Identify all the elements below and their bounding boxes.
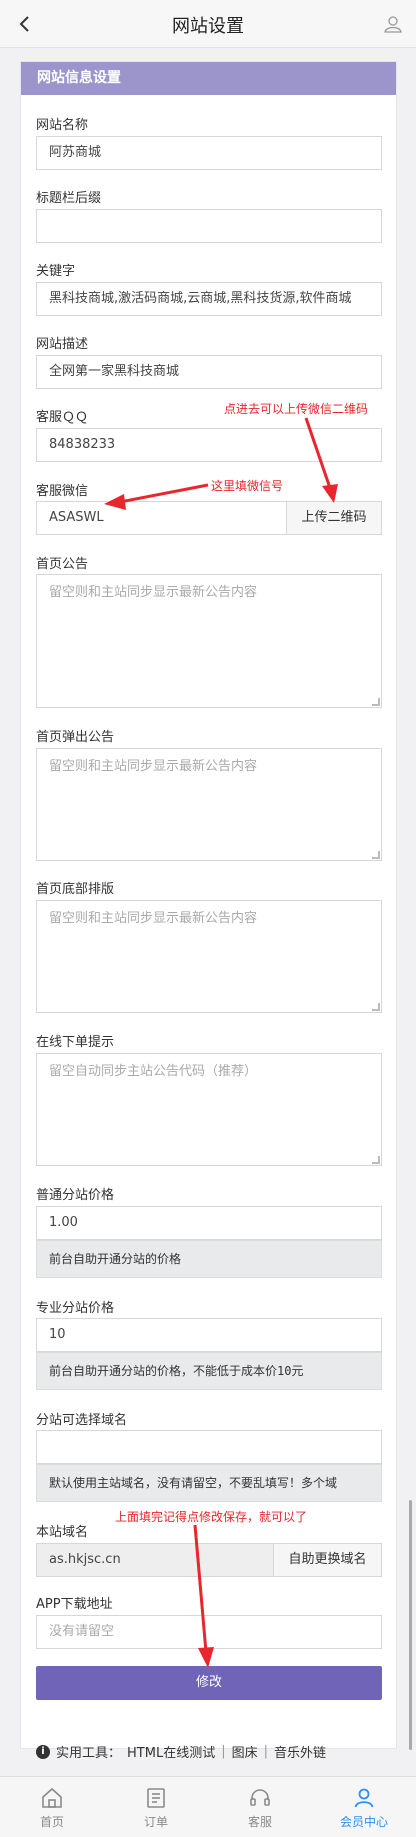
pro-price-hint: 前台自助开通分站的价格，不能低于成本价10元 bbox=[36, 1352, 382, 1390]
popup-notice-placeholder: 留空则和主站同步显示最新公告内容 bbox=[49, 759, 258, 774]
normal-price-label: 普通分站价格 bbox=[36, 1188, 115, 1203]
tab-service-label: 客服 bbox=[247, 1815, 272, 1829]
description-label: 网站描述 bbox=[36, 337, 89, 352]
home-notice-placeholder: 留空则和主站同步显示最新公告内容 bbox=[49, 585, 258, 600]
tab-service[interactable]: 客服 bbox=[208, 1777, 312, 1837]
site-name-label: 网站名称 bbox=[36, 118, 89, 133]
tool-link-music[interactable]: 音乐外链 bbox=[274, 1742, 326, 1761]
domains-hint: 默认使用主站域名，没有请留空，不要乱填写！多个域 bbox=[36, 1464, 382, 1502]
footer-placeholder: 留空则和主站同步显示最新公告内容 bbox=[49, 911, 258, 926]
order-icon bbox=[147, 1788, 165, 1808]
submit-button[interactable]: 修改 bbox=[36, 1666, 382, 1700]
annotation-save-tip: 上面填完记得点修改保存，就可以了 bbox=[115, 1510, 308, 1524]
domains-label: 分站可选择域名 bbox=[36, 1413, 128, 1428]
tab-member-center[interactable]: 会员中心 bbox=[312, 1777, 416, 1837]
tools-line: i 实用工具： HTML在线测试 | 图床 | 音乐外链 bbox=[36, 1742, 326, 1761]
keywords-input[interactable]: 黑科技商城,激活码商城,云商城,黑科技货源,软件商城 bbox=[36, 282, 382, 316]
order-tip-label: 在线下单提示 bbox=[36, 1035, 115, 1050]
tool-separator: | bbox=[263, 1744, 268, 1759]
upload-qrcode-button[interactable]: 上传二维码 bbox=[286, 501, 382, 535]
app-url-input[interactable]: 没有请留空 bbox=[36, 1615, 382, 1649]
footer-label: 首页底部排版 bbox=[36, 882, 115, 897]
footer-textarea[interactable]: 留空则和主站同步显示最新公告内容 bbox=[36, 900, 382, 1013]
domains-input[interactable] bbox=[36, 1430, 382, 1464]
site-name-input[interactable]: 阿苏商城 bbox=[36, 136, 382, 170]
tab-home[interactable]: 首页 bbox=[0, 1777, 104, 1837]
normal-price-hint: 前台自助开通分站的价格 bbox=[36, 1240, 382, 1278]
wechat-input[interactable]: ASASWL bbox=[36, 501, 287, 535]
home-notice-textarea[interactable]: 留空则和主站同步显示最新公告内容 bbox=[36, 574, 382, 708]
annotation-upload-tip: 点进去可以上传微信二维码 bbox=[224, 402, 369, 416]
popup-notice-label: 首页弹出公告 bbox=[36, 730, 115, 745]
top-bar: 网站设置 bbox=[0, 0, 416, 48]
tool-link-html-test[interactable]: HTML在线测试 bbox=[127, 1742, 215, 1761]
description-input[interactable]: 全网第一家黑科技商城 bbox=[36, 355, 382, 389]
bottom-tab-bar: 首页 订单 客服 会员中心 bbox=[0, 1776, 416, 1837]
tab-orders-label: 订单 bbox=[143, 1815, 168, 1829]
user-icon[interactable] bbox=[382, 13, 404, 35]
normal-price-input[interactable]: 1.00 bbox=[36, 1206, 382, 1240]
panel-title: 网站信息设置 bbox=[21, 62, 396, 95]
home-icon bbox=[42, 1787, 62, 1808]
info-icon: i bbox=[36, 1744, 50, 1759]
user-icon bbox=[354, 1788, 374, 1808]
order-tip-textarea[interactable]: 留空自动同步主站公告代码（推荐） bbox=[36, 1053, 382, 1166]
order-tip-placeholder: 留空自动同步主站公告代码（推荐） bbox=[49, 1064, 258, 1079]
tab-member-center-label: 会员中心 bbox=[339, 1815, 388, 1829]
title-suffix-label: 标题栏后缀 bbox=[36, 191, 102, 206]
title-suffix-input[interactable] bbox=[36, 209, 382, 243]
tool-separator: | bbox=[221, 1744, 226, 1759]
resize-handle-icon[interactable] bbox=[372, 698, 380, 706]
tools-prefix: 实用工具： bbox=[56, 1746, 122, 1761]
headset-icon bbox=[250, 1789, 270, 1806]
resize-handle-icon[interactable] bbox=[372, 1156, 380, 1164]
pro-price-label: 专业分站价格 bbox=[36, 1301, 115, 1316]
qq-input[interactable]: 84838233 bbox=[36, 428, 382, 462]
resize-handle-icon[interactable] bbox=[372, 1003, 380, 1011]
scrollbar[interactable] bbox=[409, 1500, 412, 1750]
tab-home-label: 首页 bbox=[39, 1815, 64, 1829]
site-domain-input: as.hkjsc.cn bbox=[36, 1543, 274, 1577]
tab-orders[interactable]: 订单 bbox=[104, 1777, 208, 1837]
resize-handle-icon[interactable] bbox=[372, 851, 380, 859]
app-url-label: APP下载地址 bbox=[36, 1597, 113, 1612]
home-notice-label: 首页公告 bbox=[36, 557, 89, 572]
pro-price-input[interactable]: 10 bbox=[36, 1318, 382, 1352]
keywords-label: 关键字 bbox=[36, 264, 76, 279]
wechat-label: 客服微信 bbox=[36, 484, 89, 499]
page-title: 网站设置 bbox=[172, 16, 244, 37]
tool-link-image-host[interactable]: 图床 bbox=[232, 1742, 258, 1761]
site-domain-label: 本站域名 bbox=[36, 1525, 89, 1540]
annotation-wechat-tip: 这里填微信号 bbox=[211, 479, 284, 493]
popup-notice-textarea[interactable]: 留空则和主站同步显示最新公告内容 bbox=[36, 748, 382, 861]
qq-label: 客服ＱＱ bbox=[36, 410, 89, 425]
change-domain-button[interactable]: 自助更换域名 bbox=[273, 1543, 382, 1577]
